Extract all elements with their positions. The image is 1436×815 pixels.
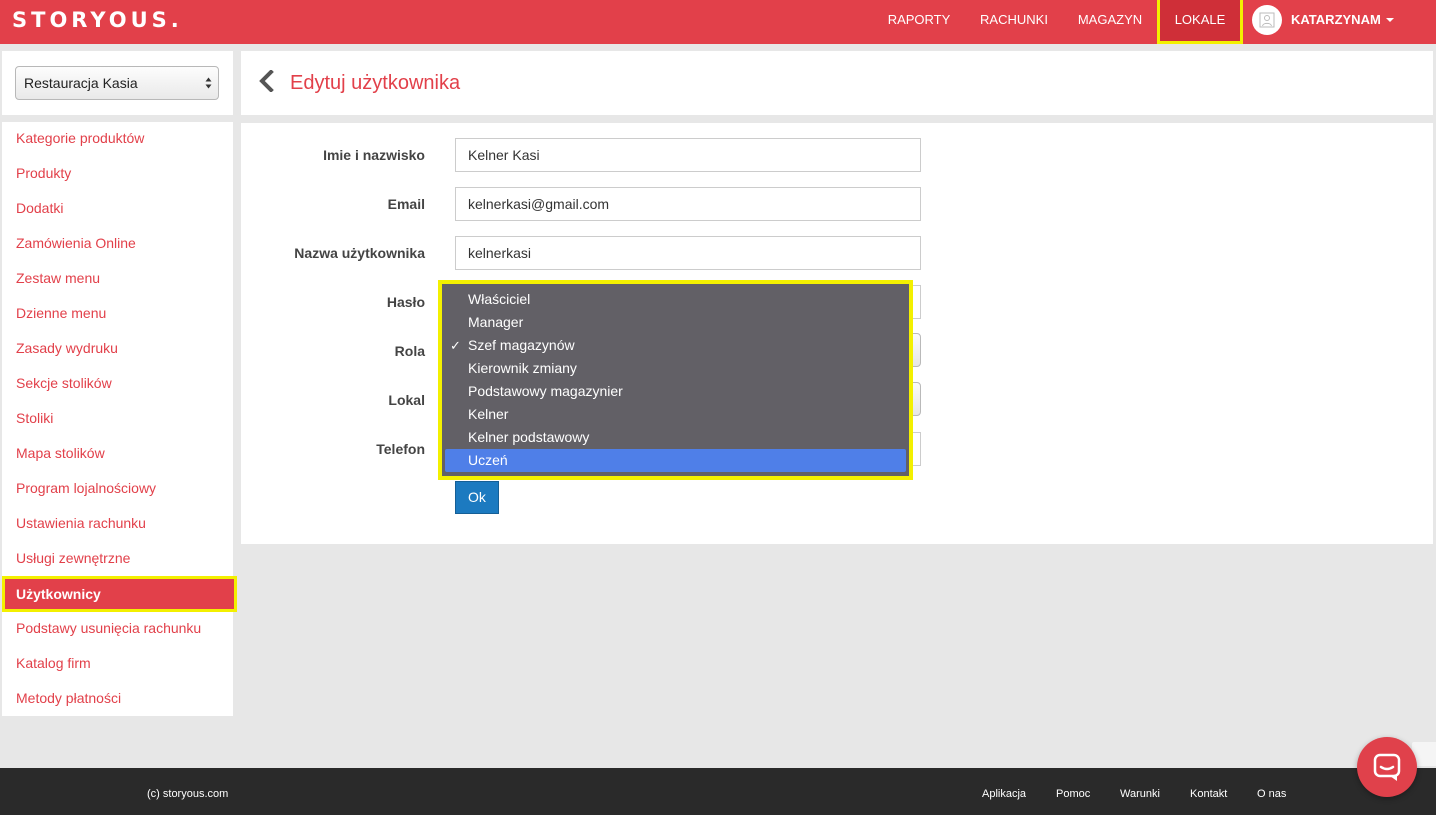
top-navbar: STORYOUS. RAPORTY RACHUNKI MAGAZYN LOKAL… — [0, 0, 1436, 44]
footer-link-aplikacja[interactable]: Aplikacja — [982, 787, 1026, 801]
caret-down-icon — [1386, 18, 1394, 22]
option-label: Uczeń — [468, 452, 508, 468]
sidebar-item-program-lojalnosciowy[interactable]: Program lojalnościowy — [16, 479, 156, 497]
username-field-value: kelnerkasi — [468, 245, 532, 261]
name-field-value: Kelner Kasi — [468, 147, 540, 163]
chat-bubble-icon[interactable] — [1357, 737, 1417, 797]
password-label: Hasło — [386, 294, 425, 310]
role-option-kelner[interactable]: Kelner — [445, 403, 906, 426]
storyous-logo[interactable]: STORYOUS. — [12, 7, 183, 33]
sidebar-item-metody-platnosci[interactable]: Metody płatności — [16, 689, 121, 707]
venue-select[interactable]: Restauracja Kasia — [15, 66, 219, 100]
email-field[interactable]: kelnerkasi@gmail.com — [455, 187, 921, 221]
role-label: Rola — [394, 343, 425, 359]
sidebar-item-sekcje-stolikow[interactable]: Sekcje stolików — [16, 374, 112, 392]
sidebar-item-uslugi-zewnetrzne[interactable]: Usługi zewnętrzne — [16, 549, 130, 567]
option-label: Właściciel — [468, 291, 531, 307]
sidebar-item-zasady-wydruku[interactable]: Zasady wydruku — [16, 339, 118, 357]
option-label: Szef magazynów — [468, 337, 575, 353]
role-option-kierownik-zmiany[interactable]: Kierownik zmiany — [445, 357, 906, 380]
option-label: Kelner podstawowy — [468, 429, 590, 445]
ok-button[interactable]: Ok — [455, 481, 499, 514]
role-dropdown-menu: Właściciel Manager ✓ Szef magazynów Kier… — [438, 280, 913, 480]
copyright: (c) storyous.com — [147, 788, 229, 800]
role-option-wlasciciel[interactable]: Właściciel — [445, 288, 906, 311]
name-label: Imie i nazwisko — [323, 147, 425, 163]
user-avatar-icon — [1252, 5, 1282, 35]
sidebar-item-mapa-stolikow[interactable]: Mapa stolików — [16, 444, 105, 462]
username-field[interactable]: kelnerkasi — [455, 236, 921, 270]
sidebar-item-dzienne-menu[interactable]: Dzienne menu — [16, 304, 106, 322]
footer-link-kontakt[interactable]: Kontakt — [1190, 787, 1227, 801]
name-field[interactable]: Kelner Kasi — [455, 138, 921, 172]
sidebar-item-ustawienia-rachunku[interactable]: Ustawienia rachunku — [16, 514, 146, 532]
role-options-list: Właściciel Manager ✓ Szef magazynów Kier… — [445, 288, 906, 472]
sidebar-item-uzytkownicy[interactable]: Użytkownicy — [2, 576, 237, 612]
page-title: Edytuj użytkownika — [290, 72, 461, 94]
select-arrows-icon — [205, 77, 212, 89]
sidebar-item-label: Użytkownicy — [16, 586, 101, 602]
role-option-uczen[interactable]: Uczeń — [445, 449, 906, 472]
venue-label: Lokal — [388, 392, 425, 408]
sidebar-item-zamowienia-online[interactable]: Zamówienia Online — [16, 234, 136, 252]
email-label: Email — [387, 196, 425, 212]
option-label: Podstawowy magazynier — [468, 383, 623, 399]
username-label: Nazwa użytkownika — [294, 245, 425, 261]
nav-magazyn[interactable]: MAGAZYN — [1063, 0, 1157, 44]
user-name: KATARZYNAM — [1291, 12, 1381, 27]
sidebar-item-zestaw-menu[interactable]: Zestaw menu — [16, 269, 100, 287]
role-option-podstawowy-magazynier[interactable]: Podstawowy magazynier — [445, 380, 906, 403]
role-option-szef-magazynow[interactable]: ✓ Szef magazynów — [445, 334, 906, 357]
option-label: Kierownik zmiany — [468, 360, 577, 376]
venue-select-value: Restauracja Kasia — [24, 75, 138, 91]
sidebar-item-stoliki[interactable]: Stoliki — [16, 409, 53, 427]
footer-link-o-nas[interactable]: O nas — [1257, 787, 1286, 801]
chevron-left-icon[interactable] — [258, 69, 276, 95]
role-option-kelner-podstawowy[interactable]: Kelner podstawowy — [445, 426, 906, 449]
checkmark-icon: ✓ — [450, 338, 461, 353]
nav-raporty[interactable]: RAPORTY — [873, 0, 965, 44]
email-field-value: kelnerkasi@gmail.com — [468, 196, 610, 212]
sidebar-item-katalog-firm[interactable]: Katalog firm — [16, 654, 91, 672]
footer-link-warunki[interactable]: Warunki — [1120, 787, 1160, 801]
sidebar-item-produkty[interactable]: Produkty — [16, 164, 71, 182]
footer-link-pomoc[interactable]: Pomoc — [1056, 787, 1090, 801]
nav-lokale[interactable]: LOKALE — [1157, 0, 1243, 44]
sidebar-item-kategorie-produktow[interactable]: Kategorie produktów — [16, 129, 144, 147]
sidebar-item-podstawy-usuniecia-rachunku[interactable]: Podstawy usunięcia rachunku — [16, 619, 201, 637]
footer: (c) storyous.com Aplikacja Pomoc Warunki… — [0, 768, 1436, 815]
role-option-manager[interactable]: Manager — [445, 311, 906, 334]
option-label: Manager — [468, 314, 524, 330]
nav-rachunki[interactable]: RACHUNKI — [965, 0, 1063, 44]
phone-label: Telefon — [376, 441, 425, 457]
sidebar-item-dodatki[interactable]: Dodatki — [16, 199, 63, 217]
option-label: Kelner — [468, 406, 509, 422]
